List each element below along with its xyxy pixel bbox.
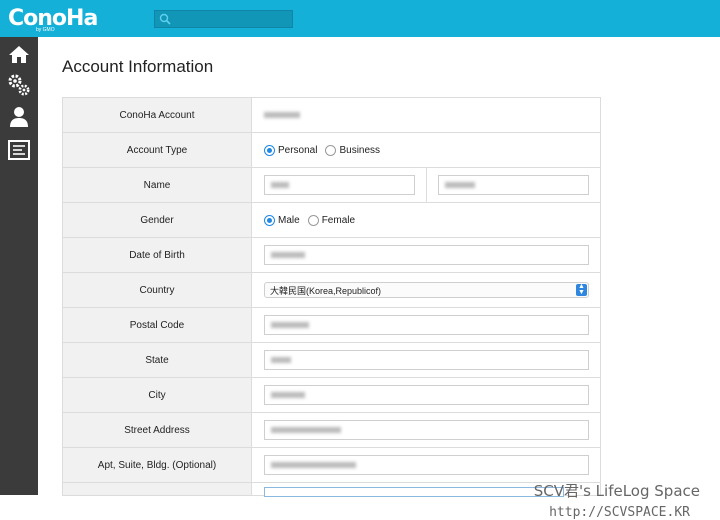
postal-field[interactable] (264, 315, 589, 335)
first-name-field[interactable] (264, 175, 415, 195)
sidebar-item-home[interactable] (4, 40, 34, 68)
row-name: Name (63, 168, 600, 203)
sidebar (0, 37, 38, 495)
radio-unchecked-icon (325, 144, 337, 156)
search-input[interactable] (154, 10, 293, 28)
user-icon (10, 107, 28, 127)
main-content: Account Information ConoHa Account Accou… (38, 37, 720, 520)
row-street: Street Address (63, 413, 600, 448)
redacted-text (264, 112, 300, 118)
radio-business[interactable]: Business (325, 144, 380, 156)
street-label: Street Address (63, 413, 252, 447)
row-dob: Date of Birth (63, 238, 600, 273)
next-field[interactable] (264, 487, 564, 497)
state-label: State (63, 343, 252, 377)
sidebar-item-settings[interactable] (4, 71, 34, 99)
row-apt: Apt, Suite, Bldg. (Optional) (63, 448, 600, 483)
state-field[interactable] (264, 350, 589, 370)
row-postal: Postal Code (63, 308, 600, 343)
row-gender: Gender Male Female (63, 203, 600, 238)
account-type-label: Account Type (63, 133, 252, 167)
radio-checked-icon (264, 144, 275, 156)
divider (426, 168, 427, 202)
country-select[interactable]: 大韓民国(Korea,Republicof) ▲ ▼ (264, 282, 589, 298)
page-title: Account Information (62, 57, 214, 76)
home-icon (9, 46, 29, 63)
row-conoha-account: ConoHa Account (63, 98, 600, 133)
name-label: Name (63, 168, 252, 202)
city-field[interactable] (264, 385, 589, 405)
dob-label: Date of Birth (63, 238, 252, 272)
country-label: Country (63, 273, 252, 307)
dob-field[interactable] (264, 245, 589, 265)
city-label: City (63, 378, 252, 412)
radio-male[interactable]: Male (264, 214, 300, 226)
row-city: City (63, 378, 600, 413)
gears-icon (8, 74, 30, 96)
sidebar-item-account[interactable] (4, 103, 34, 131)
list-icon (8, 140, 30, 160)
row-partial (63, 483, 600, 497)
search-icon (159, 13, 171, 25)
partial-label (63, 483, 252, 495)
radio-personal[interactable]: Personal (264, 144, 317, 156)
row-country: Country 大韓民国(Korea,Republicof) ▲ ▼ (63, 273, 600, 308)
gender-label: Gender (63, 203, 252, 237)
watermark-title: SCV君's LifeLog Space (533, 482, 700, 500)
row-account-type: Account Type Personal Business (63, 133, 600, 168)
radio-female[interactable]: Female (307, 214, 355, 226)
postal-label: Postal Code (63, 308, 252, 342)
top-bar: ConoHa by GMO (0, 0, 720, 37)
street-field[interactable] (264, 420, 589, 440)
watermark-url: http://SCVSPACE.KR (549, 505, 690, 520)
last-name-field[interactable] (438, 175, 589, 195)
sidebar-item-list[interactable] (4, 136, 34, 164)
select-arrows-icon: ▲ ▼ (576, 283, 587, 296)
apt-label: Apt, Suite, Bldg. (Optional) (63, 448, 252, 482)
apt-field[interactable] (264, 455, 589, 475)
conoha-account-label: ConoHa Account (63, 98, 252, 132)
radio-unchecked-icon (307, 214, 319, 226)
account-form: ConoHa Account Account Type Personal Bus… (62, 97, 601, 497)
logo-subtitle: by GMO (36, 27, 55, 33)
row-state: State (63, 343, 600, 378)
radio-checked-icon (264, 214, 275, 226)
